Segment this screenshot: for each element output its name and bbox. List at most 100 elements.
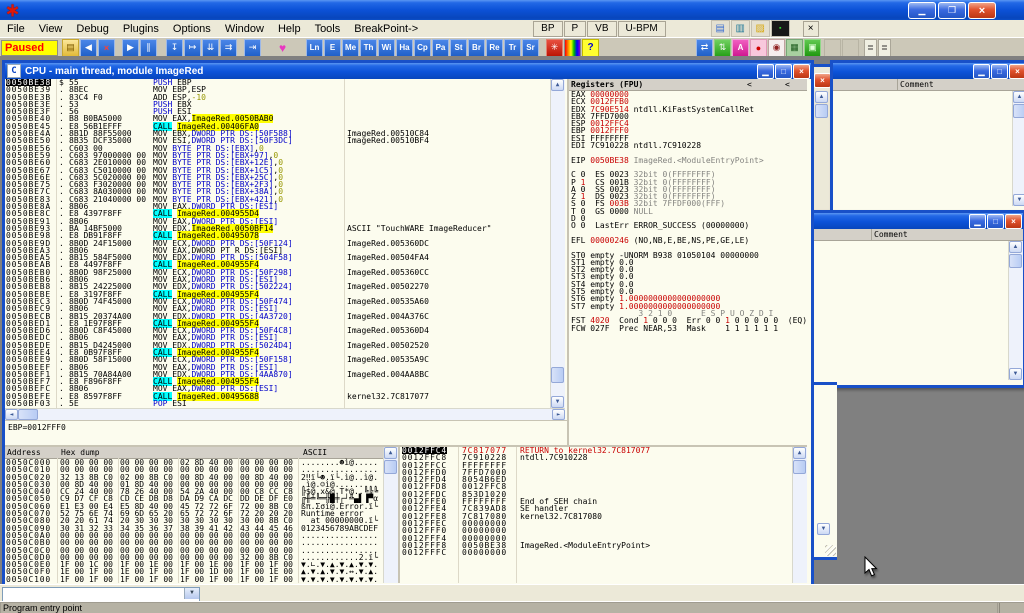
- plugin-grid-button[interactable]: ▦: [786, 39, 803, 57]
- close-button[interactable]: ×: [968, 2, 996, 19]
- panel-memory-button[interactable]: Me: [342, 39, 359, 57]
- register-line[interactable]: T 0 GS 0000 NULL: [569, 208, 807, 215]
- menu-button-p[interactable]: P: [564, 21, 587, 37]
- scroll-down-button[interactable]: ▼: [1009, 368, 1022, 380]
- panel-references-button[interactable]: Re: [486, 39, 503, 57]
- menu-button-vb[interactable]: VB: [587, 21, 616, 37]
- restore-button[interactable]: ❐: [938, 2, 966, 19]
- menu-file[interactable]: File: [0, 22, 32, 36]
- panel-trace-button[interactable]: Tr: [504, 39, 521, 57]
- register-line[interactable]: EFL 00000246 (NO,NB,E,BE,NS,PE,GE,LE): [569, 237, 807, 244]
- close-button[interactable]: ×: [793, 64, 810, 79]
- menu-book-icon[interactable]: ▥: [731, 20, 750, 37]
- go-back-button[interactable]: ◀: [80, 39, 97, 57]
- disasm-row[interactable]: 0050BF03.5EPOP ESI: [5, 400, 565, 407]
- panel-cpu-button[interactable]: Cp: [414, 39, 431, 57]
- stack-pane[interactable]: 0012FFC47C817077RETURN to kernel32.7C817…: [398, 445, 807, 583]
- menu-help[interactable]: Help: [271, 22, 308, 36]
- regs-nav-left-icon[interactable]: <: [747, 80, 752, 89]
- disasm-row[interactable]: 0050BEFE.E8 8597F8FFCALL ImageRed.004956…: [5, 393, 565, 400]
- step-over-button[interactable]: ↦: [184, 39, 201, 57]
- panel-patches-button[interactable]: Pa: [432, 39, 449, 57]
- menu-breakpoint[interactable]: BreakPoint->: [347, 22, 425, 36]
- scrollbar-thumb[interactable]: [1009, 254, 1022, 268]
- open-file-button[interactable]: ▤: [62, 39, 79, 57]
- comment-window-2-body[interactable]: ▲ ▼: [811, 241, 1023, 380]
- panel-handles-button[interactable]: Ha: [396, 39, 413, 57]
- close-button[interactable]: ×: [1009, 64, 1024, 79]
- scrollbar-thumb[interactable]: [551, 367, 564, 383]
- hex-dump-pane[interactable]: Address Hex dump ASCII 0050C00000 00 00 …: [5, 445, 398, 583]
- menu-notes-icon[interactable]: ▤: [711, 20, 730, 37]
- disassembly-pane[interactable]: 0050BE38$55PUSH EBP0050BE39.8BECMOV EBP,…: [5, 79, 565, 408]
- plugin-analyze-button[interactable]: A: [732, 39, 749, 57]
- dump-scrollbar[interactable]: ▲: [383, 447, 398, 583]
- menu-window[interactable]: Window: [218, 22, 271, 36]
- column-header[interactable]: Comment: [811, 229, 1023, 241]
- pause-button[interactable]: ∥: [140, 39, 157, 57]
- animate-into-button[interactable]: ⇊: [202, 39, 219, 57]
- panel-windows-button[interactable]: Wi: [378, 39, 395, 57]
- options-button[interactable]: ✳: [546, 39, 563, 57]
- plugin-updown-button[interactable]: ⇅: [714, 39, 731, 57]
- disasm-row[interactable]: 0050BEC3.8B0D 74F45000MOV ECX,DWORD PTR …: [5, 298, 565, 305]
- menu-close-button[interactable]: ×: [803, 21, 819, 37]
- step-into-button[interactable]: ↧: [166, 39, 183, 57]
- scroll-up-button[interactable]: ▲: [1013, 91, 1024, 103]
- menu-tools[interactable]: Tools: [308, 22, 348, 36]
- close-button[interactable]: ×: [1005, 214, 1022, 229]
- toolbar-empty-button[interactable]: [842, 39, 859, 57]
- disasm-row[interactable]: 0050BE38$55PUSH EBP: [5, 79, 565, 86]
- regs-nav-right-icon[interactable]: <: [785, 80, 790, 89]
- comment-window-2-title-bar[interactable]: ▁ □ ×: [811, 213, 1023, 229]
- resize-grip[interactable]: [825, 545, 836, 556]
- command-input[interactable]: [3, 588, 185, 599]
- menu-plugins[interactable]: Plugins: [116, 22, 166, 36]
- cpu-title-bar[interactable]: C CPU - main thread, module ImageRed ▁ □…: [5, 63, 811, 79]
- disasm-row[interactable]: 0050BEE9.8B0D 58F15000MOV ECX,DWORD PTR …: [5, 356, 565, 363]
- close-icon[interactable]: ×: [814, 73, 831, 88]
- script-list-button[interactable]: ≣: [878, 39, 891, 57]
- stack-row[interactable]: 0012FFFC00000000: [400, 549, 807, 556]
- close-process-button[interactable]: ×: [98, 39, 115, 57]
- execute-till-return-button[interactable]: ⇥: [244, 39, 261, 57]
- panel-breakpoints-button[interactable]: Br: [468, 39, 485, 57]
- minimize-button[interactable]: ▁: [757, 64, 774, 79]
- command-combobox[interactable]: ▼: [2, 587, 200, 602]
- menu-console-icon[interactable]: ▪: [771, 20, 790, 37]
- disasm-row[interactable]: 0050BE9D.8B0D 24F15000MOV ECX,DWORD PTR …: [5, 240, 565, 247]
- scrollbar-thumb[interactable]: [1013, 104, 1024, 118]
- disasm-row[interactable]: 0050BEB0.8B0D 98F25000MOV ECX,DWORD PTR …: [5, 269, 565, 276]
- scroll-down-button[interactable]: ▼: [817, 523, 830, 535]
- disasm-row[interactable]: 0050BE3E.53PUSH EBX: [5, 101, 565, 108]
- comment-window-1-title-bar[interactable]: ▁ □ ×: [833, 63, 1024, 79]
- scroll-up-button[interactable]: ▲: [815, 91, 828, 103]
- menu-folder-icon[interactable]: ▨: [751, 20, 770, 37]
- maximize-button[interactable]: □: [991, 64, 1008, 79]
- plugin-spiral-button[interactable]: ◉: [768, 39, 785, 57]
- combobox-dropdown-icon[interactable]: ▼: [184, 588, 199, 599]
- minimize-button[interactable]: ▁: [969, 214, 986, 229]
- register-line[interactable]: EIP 0050BE38 ImageRed.<ModuleEntryPoint>: [569, 157, 807, 164]
- panel-source-button[interactable]: Sr: [522, 39, 539, 57]
- scrollbar-thumb[interactable]: [793, 460, 806, 474]
- disasm-row[interactable]: 0050BED6.8B0D C8F45000MOV ECX,DWORD PTR …: [5, 327, 565, 334]
- menu-debug[interactable]: Debug: [69, 22, 115, 36]
- plugin-swap-button[interactable]: ⇄: [696, 39, 713, 57]
- register-line[interactable]: O 0 LastErr ERROR_SUCCESS (00000000): [569, 222, 807, 229]
- help-button[interactable]: ?: [582, 39, 599, 57]
- panel-threads-button[interactable]: Th: [360, 39, 377, 57]
- scroll-down-button[interactable]: ▼: [1013, 194, 1024, 206]
- disasm-scrollbar[interactable]: ▲ ▼: [550, 79, 565, 408]
- register-line[interactable]: FCW 027F Prec NEAR,53 Mask 1 1 1 1 1 1: [569, 325, 807, 332]
- panel-executables-button[interactable]: E: [324, 39, 341, 57]
- script-log-button[interactable]: ≣: [864, 39, 877, 57]
- scrollbar-thumb[interactable]: [384, 460, 397, 474]
- toolbar-empty-button[interactable]: [824, 39, 841, 57]
- minimize-button[interactable]: ▁: [973, 64, 990, 79]
- minimize-button[interactable]: ▁: [908, 2, 936, 19]
- menu-button-bp[interactable]: BP: [533, 21, 562, 37]
- run-button[interactable]: ▶: [122, 39, 139, 57]
- disasm-row[interactable]: 0050BE3B.83C4 F0ADD ESP,-10: [5, 94, 565, 101]
- plugin-dot-button[interactable]: ●: [750, 39, 767, 57]
